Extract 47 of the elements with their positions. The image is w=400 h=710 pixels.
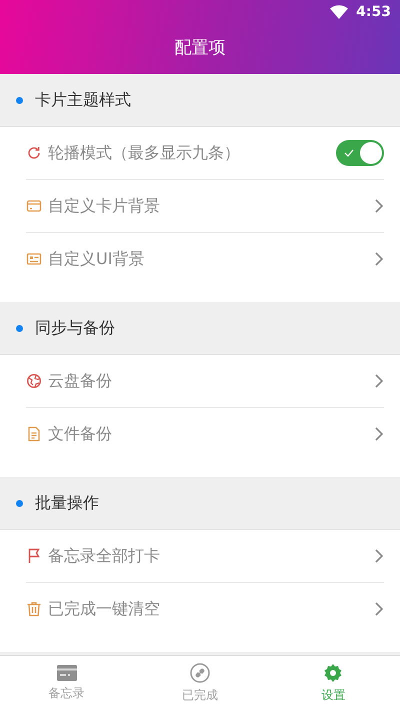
settings-icon bbox=[323, 662, 344, 682]
settings-row[interactable]: 轮播模式（最多显示九条） bbox=[26, 127, 384, 180]
page-title: 配置项 bbox=[174, 37, 226, 60]
card-icon bbox=[56, 664, 77, 680]
bullet-icon bbox=[16, 96, 23, 104]
row-label: 云盘备份 bbox=[48, 370, 113, 392]
section-title: 同步与备份 bbox=[35, 318, 115, 338]
row-label: 自定义UI背景 bbox=[48, 248, 146, 270]
globe-icon bbox=[26, 373, 42, 389]
settings-row[interactable]: 文件备份 bbox=[26, 408, 384, 460]
tab-label: 备忘录 bbox=[48, 684, 85, 702]
check-icon bbox=[344, 149, 354, 157]
chevron-icon bbox=[374, 601, 384, 617]
tab[interactable]: 设置 bbox=[266, 656, 400, 710]
card-icon bbox=[26, 198, 42, 214]
settings-row[interactable]: 自定义UI背景 bbox=[26, 233, 384, 285]
settings-row[interactable]: 云盘备份 bbox=[26, 355, 384, 408]
flag-icon bbox=[26, 548, 42, 564]
row-label: 文件备份 bbox=[48, 424, 113, 444]
tab[interactable]: 已完成 bbox=[133, 656, 267, 710]
tab-label: 设置 bbox=[321, 686, 346, 704]
tab-label: 已完成 bbox=[182, 686, 218, 704]
bullet-icon bbox=[16, 324, 23, 332]
toggle-switch[interactable] bbox=[336, 140, 384, 166]
chevron-icon bbox=[374, 426, 384, 442]
chevron-icon bbox=[374, 251, 384, 267]
section-title: 卡片主题样式 bbox=[35, 90, 131, 110]
row-label: 已完成一键清空 bbox=[48, 598, 161, 620]
tab[interactable]: 备忘录 bbox=[0, 656, 134, 710]
section-title: 批量操作 bbox=[35, 492, 99, 514]
row-label: 备忘录全部打卡 bbox=[48, 546, 161, 566]
trash-icon bbox=[26, 601, 42, 617]
bullet-icon bbox=[16, 500, 23, 506]
chevron-icon bbox=[374, 373, 384, 389]
settings-row[interactable]: 备忘录全部打卡 bbox=[26, 530, 384, 583]
status-time: 4:53 bbox=[356, 4, 391, 20]
document-icon bbox=[26, 426, 42, 442]
id-card-icon bbox=[26, 251, 42, 267]
settings-row[interactable]: 已完成一键清空 bbox=[26, 583, 384, 635]
row-label: 轮播模式（最多显示九条） bbox=[48, 142, 241, 164]
refresh-icon bbox=[26, 145, 42, 161]
chevron-icon bbox=[374, 548, 384, 564]
row-label: 自定义卡片背景 bbox=[48, 196, 161, 216]
chevron-icon bbox=[374, 198, 384, 214]
settings-row[interactable]: 自定义卡片背景 bbox=[26, 180, 384, 233]
wifi-icon bbox=[330, 5, 348, 19]
link-icon bbox=[190, 662, 210, 682]
